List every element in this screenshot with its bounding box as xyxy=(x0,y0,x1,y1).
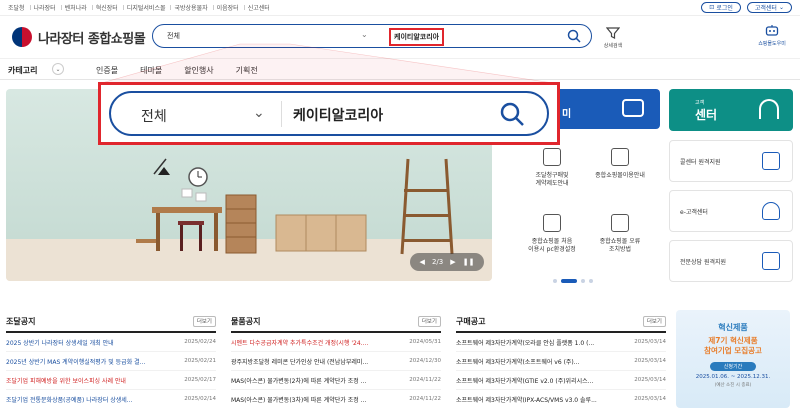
guide-pagination xyxy=(553,279,593,283)
helper-icon xyxy=(765,25,779,36)
top-link[interactable]: 디지털서비스몰 xyxy=(127,3,172,12)
prev-arrow-icon[interactable]: ◀ xyxy=(420,258,425,266)
top-links: 조달청 나라장터 벤처나라 혁신장터 디지털서비스몰 국방상용물자 이음장터 신… xyxy=(8,3,279,12)
list-item[interactable]: 2025년 상반기 MAS 계약이행실적평가 및 등급화 결... 2025/02… xyxy=(6,352,216,371)
magnified-search-highlight: 전체 ⌄ 케이티알코리아 xyxy=(98,82,560,145)
chevron-down-icon: ⌄ xyxy=(778,4,784,11)
more-button[interactable]: 더보기 xyxy=(192,316,216,327)
expert-consult-remote-button[interactable]: 전문상담 원격지원 xyxy=(669,240,793,282)
search-scope-select[interactable]: 전체 xyxy=(167,31,180,41)
guide-item-usage[interactable]: 종합쇼핑몰이용안내 xyxy=(580,148,660,180)
customer-center-header[interactable]: 고객 센터 xyxy=(669,89,793,131)
taegeuk-logo-icon xyxy=(12,27,32,47)
notice-procurement: 조달공지 더보기 2025 상반기 나라장터 상생세일 개최 안내 2025/02/… xyxy=(6,316,216,408)
search-icon[interactable] xyxy=(499,101,525,127)
top-link[interactable]: 국방상용물자 xyxy=(174,3,214,12)
login-button[interactable]: ⊡ 로그인 xyxy=(701,2,741,13)
top-link[interactable]: 벤처나라 xyxy=(65,3,93,12)
logo-text: 나라장터 종합쇼핑몰 xyxy=(38,31,146,47)
list-item[interactable]: 조달기업 전통문화상품(공예품) 나라장터 상생세... 2025/02/14 xyxy=(6,390,216,408)
list-item[interactable]: 소프트웨어 제3자단가계약(GTIE v2.0 (주)위리시스... 2025/0… xyxy=(456,371,666,390)
pagination-dot-active[interactable] xyxy=(561,279,577,283)
monitor-chat-icon xyxy=(762,152,780,170)
top-link[interactable]: 신고센터 xyxy=(248,3,270,12)
list-item[interactable]: 소프트웨어 제3자단가계약(오라클 안심 플랫폼 1.0 (... 2025/03… xyxy=(456,333,666,352)
category-bar: 카테고리 ⌄ 인증몰 테마몰 할인행사 기획전 xyxy=(0,58,800,80)
customer-center-button[interactable]: 고객센터 ⌄ xyxy=(746,2,792,13)
pagination-dot[interactable] xyxy=(581,279,585,283)
document-icon xyxy=(543,148,561,166)
call-center-remote-button[interactable]: 콜센터 원격지원 xyxy=(669,140,793,182)
list-item[interactable]: MAS(아스콘) 물가변동(3차)에 따른 계약단가 조정 ... 2024/11… xyxy=(231,390,441,408)
top-link[interactable]: 나라장터 xyxy=(34,3,62,12)
section-title: 물품공지 xyxy=(231,317,261,326)
next-arrow-icon[interactable]: ▶ xyxy=(450,258,455,266)
list-item[interactable]: 광주지방조달청 레미콘 단가인상 안내 (전남남부레미... 2024/12/30 xyxy=(231,352,441,371)
divider xyxy=(281,101,282,127)
menu-item[interactable]: 기획전 xyxy=(236,65,258,76)
list-item[interactable]: 2025 상반기 나라장터 상생세일 개최 안내 2025/02/24 xyxy=(6,333,216,352)
innovation-promo-banner[interactable]: 혁신제품 제7기 혁신제품 참여기업 모집공고 신청기간 2025.01.06.… xyxy=(676,310,790,408)
chat-bubble-icon xyxy=(622,99,644,117)
headset-icon xyxy=(759,99,779,119)
section-title: 구매공고 xyxy=(456,317,486,326)
site-logo[interactable]: 나라장터 종합쇼핑몰 xyxy=(12,27,146,47)
top-link[interactable]: 이음장터 xyxy=(217,3,245,12)
category-label[interactable]: 카테고리 xyxy=(8,65,37,76)
guide-title-fragment: 미 xyxy=(562,109,572,120)
monitor-chat-icon xyxy=(762,252,780,270)
guide-item-error-fix[interactable]: 종합쇼핑몰 오류 조치방법 xyxy=(580,214,660,254)
settings-icon xyxy=(543,214,561,232)
pagination-dot[interactable] xyxy=(589,279,593,283)
list-item[interactable]: 소프트웨어 제3자단가계약(IPX-ACS/VMS v3.0 솔루... 2025… xyxy=(456,390,666,408)
top-utility-bar: 조달청 나라장터 벤처나라 혁신장터 디지털서비스몰 국방상용물자 이음장터 신… xyxy=(0,0,800,16)
top-link[interactable]: 조달청 xyxy=(8,3,30,12)
period-badge: 신청기간 xyxy=(710,362,756,371)
shopping-helper-button[interactable]: 쇼핑몰도우미 xyxy=(752,24,792,47)
menu-item[interactable]: 인증몰 xyxy=(96,65,118,76)
e-customer-center-button[interactable]: e-고객센터 xyxy=(669,190,793,232)
chevron-down-icon[interactable]: ⌄ xyxy=(52,63,64,75)
more-button[interactable]: 더보기 xyxy=(642,316,666,327)
notice-goods: 물품공지 더보기 시멘트 다수공급자계약 추가특수조건 개정(시행 '24....… xyxy=(231,316,441,408)
more-button[interactable]: 더보기 xyxy=(417,316,441,327)
pagination-dot[interactable] xyxy=(553,279,557,283)
search-input[interactable]: 케이티알코리아 xyxy=(389,28,445,46)
lock-icon: ⊡ xyxy=(709,4,715,11)
headset-icon xyxy=(762,202,780,220)
top-link[interactable]: 혁신장터 xyxy=(96,3,124,12)
section-title: 조달공지 xyxy=(6,317,36,326)
filter-icon xyxy=(605,27,621,39)
magnifier-doc-icon xyxy=(611,214,629,232)
list-item[interactable]: 소프트웨어 제3자단가계약(소프트웨어 v6 (주)... 2025/03/14 xyxy=(456,352,666,371)
magnified-search-bar: 전체 ⌄ 케이티알코리아 xyxy=(109,91,549,136)
detail-search-button[interactable]: 상세검색 xyxy=(600,26,626,49)
checklist-icon xyxy=(611,148,629,166)
banner-page-indicator: 2/3 xyxy=(431,258,444,266)
pause-icon[interactable]: ❚❚ xyxy=(463,258,475,266)
magnified-search-scope[interactable]: 전체 xyxy=(141,106,167,126)
notice-purchase: 구매공고 더보기 소프트웨어 제3자단가계약(오라클 안심 플랫폼 1.0 (..… xyxy=(456,316,666,408)
banner-navigation: ◀ 2/3 ▶ ❚❚ xyxy=(410,253,484,271)
search-bar: 전체 ⌄ 케이티알코리아 xyxy=(152,24,592,48)
list-item[interactable]: 조달기업 피해예방을 위한 보이스피싱 사례 안내 2025/02/17 xyxy=(6,371,216,390)
guide-panel-header[interactable]: 미 xyxy=(560,89,660,129)
list-item[interactable]: 시멘트 다수공급자계약 추가특수조건 개정(시행 '24.... 2024/05/… xyxy=(231,333,441,352)
magnified-search-input[interactable]: 케이티알코리아 xyxy=(293,105,383,125)
search-icon[interactable] xyxy=(567,29,581,43)
menu-item[interactable]: 테마몰 xyxy=(140,65,162,76)
list-item[interactable]: MAS(아스콘) 물가변동(2차)에 따른 계약단가 조정 ... 2024/11… xyxy=(231,371,441,390)
chevron-down-icon: ⌄ xyxy=(253,105,265,121)
chevron-down-icon: ⌄ xyxy=(361,30,368,39)
menu-item[interactable]: 할인행사 xyxy=(184,65,213,76)
